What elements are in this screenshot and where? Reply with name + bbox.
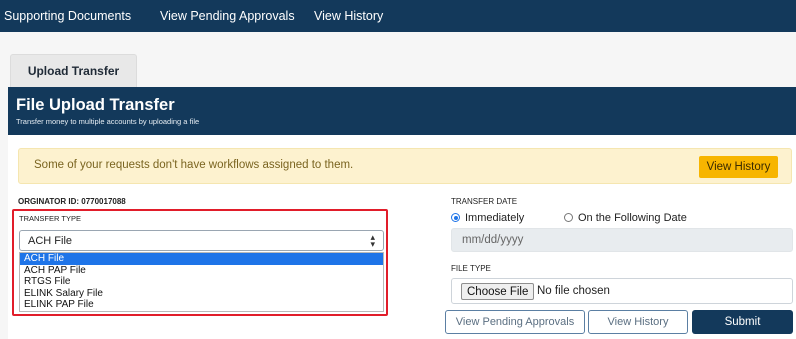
- option-rtgs-file[interactable]: RTGS File: [20, 276, 383, 288]
- view-history-button[interactable]: View History: [588, 310, 688, 334]
- transfer-type-dropdown: ACH File ACH PAP File RTGS File ELINK Sa…: [19, 252, 384, 312]
- option-ach-file[interactable]: ACH File: [20, 253, 383, 265]
- option-elink-pap-file[interactable]: ELINK PAP File: [20, 299, 383, 311]
- file-input[interactable]: Choose File No file chosen: [451, 278, 793, 304]
- nav-view-history[interactable]: View History: [314, 0, 383, 23]
- choose-file-button[interactable]: Choose File: [461, 283, 535, 300]
- alert-view-history-button[interactable]: View History: [699, 156, 778, 178]
- page-subtitle: Transfer money to multiple accounts by u…: [16, 117, 200, 126]
- alert-message: Some of your requests don't have workflo…: [34, 159, 354, 171]
- option-elink-salary-file[interactable]: ELINK Salary File: [20, 288, 383, 300]
- tab-upload-transfer[interactable]: Upload Transfer: [10, 54, 137, 87]
- originator-id: ORGINATOR ID: 0770017088: [18, 197, 126, 206]
- page-header: File Upload Transfer Transfer money to m…: [8, 87, 796, 135]
- radio-following-date[interactable]: [564, 213, 573, 222]
- page-root: Supporting Documents View Pending Approv…: [0, 0, 796, 339]
- nav-view-pending-approvals[interactable]: View Pending Approvals: [160, 0, 295, 23]
- date-placeholder: mm/dd/yyyy: [462, 234, 524, 246]
- transfer-type-select[interactable]: ACH File ▴ ▾: [19, 230, 384, 251]
- option-ach-pap-file[interactable]: ACH PAP File: [20, 265, 383, 277]
- radio-immediately[interactable]: [451, 213, 460, 222]
- radio-immediately-label[interactable]: Immediately: [465, 212, 524, 224]
- transfer-type-label: TRANSFER TYPE: [19, 214, 81, 223]
- top-nav: Supporting Documents View Pending Approv…: [0, 0, 796, 32]
- transfer-type-selected-value: ACH File: [28, 234, 73, 247]
- radio-following-date-label[interactable]: On the Following Date: [578, 212, 687, 224]
- file-status: No file chosen: [537, 285, 610, 297]
- view-pending-approvals-button[interactable]: View Pending Approvals: [445, 310, 585, 334]
- select-caret-icon: ▴ ▾: [370, 232, 375, 249]
- workflow-alert: Some of your requests don't have workflo…: [18, 148, 792, 184]
- transfer-date-input[interactable]: mm/dd/yyyy: [451, 228, 793, 252]
- nav-supporting-documents[interactable]: Supporting Documents: [4, 0, 131, 23]
- page-title: File Upload Transfer: [16, 96, 175, 114]
- submit-button[interactable]: Submit: [692, 310, 793, 334]
- file-type-label: FILE TYPE: [451, 264, 491, 273]
- transfer-date-label: TRANSFER DATE: [451, 197, 518, 206]
